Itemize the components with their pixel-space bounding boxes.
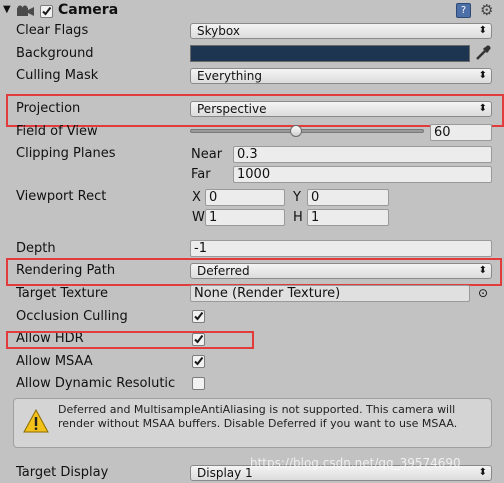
clear-flags-dropdown[interactable]: Skybox ⬍	[190, 23, 492, 39]
component-title: Camera	[58, 2, 119, 18]
watermark-text: https://blog.csdn.net/qq_39574690	[250, 456, 461, 470]
viewport-w-label: W	[192, 210, 205, 225]
field-of-view-label: Field of View	[16, 124, 98, 139]
field-of-view-slider-thumb[interactable]	[289, 125, 302, 137]
component-enabled-checkbox[interactable]	[40, 5, 53, 18]
clear-flags-label: Clear Flags	[16, 23, 89, 38]
dropdown-arrow-icon: ⬍	[478, 70, 487, 81]
field-of-view-input[interactable]: 60	[430, 124, 492, 141]
field-of-view-slider-track[interactable]	[190, 129, 424, 133]
help-book-icon[interactable]: ?	[456, 3, 471, 18]
warning-text: Deferred and MultisampleAntiAliasing is …	[58, 403, 458, 430]
far-clip-input[interactable]: 1000	[233, 166, 492, 183]
object-picker-icon[interactable]: ⊙	[478, 285, 488, 302]
clear-flags-value: Skybox	[197, 24, 240, 38]
background-label: Background	[16, 46, 94, 61]
viewport-y-input[interactable]: 0	[307, 189, 389, 206]
near-label: Near	[191, 147, 223, 162]
occlusion-culling-checkbox[interactable]	[192, 310, 205, 323]
component-header: ▼ Camera ? ⚙	[0, 0, 504, 22]
allow-hdr-highlight-box	[6, 331, 254, 349]
depth-label: Depth	[16, 241, 56, 256]
target-display-value: Display 1	[197, 466, 253, 480]
allow-dynamic-resolution-checkbox[interactable]	[192, 377, 205, 390]
occlusion-culling-label: Occlusion Culling	[16, 309, 128, 324]
camera-icon	[16, 5, 36, 17]
target-display-label: Target Display	[16, 465, 109, 480]
viewport-x-input[interactable]: 0	[205, 189, 285, 206]
culling-mask-label: Culling Mask	[16, 68, 99, 83]
allow-msaa-checkbox[interactable]	[192, 355, 205, 368]
target-texture-label: Target Texture	[16, 286, 108, 301]
background-color-swatch[interactable]	[190, 45, 470, 62]
far-label: Far	[191, 167, 211, 182]
warning-helpbox: Deferred and MultisampleAntiAliasing is …	[13, 398, 492, 448]
dropdown-arrow-icon: ⬍	[478, 467, 487, 478]
foldout-arrow-icon[interactable]: ▼	[3, 4, 11, 15]
depth-input[interactable]: -1	[190, 240, 492, 257]
culling-mask-dropdown[interactable]: Everything ⬍	[190, 68, 492, 84]
viewport-x-label: X	[192, 190, 201, 205]
rendering-path-highlight-box	[6, 258, 502, 286]
viewport-rect-label: Viewport Rect	[16, 189, 107, 204]
eyedropper-icon[interactable]	[474, 44, 492, 62]
viewport-h-label: H	[293, 210, 303, 225]
target-texture-field[interactable]: None (Render Texture)	[190, 285, 470, 302]
near-clip-input[interactable]: 0.3	[233, 146, 492, 163]
gear-icon[interactable]: ⚙	[480, 1, 493, 19]
dropdown-arrow-icon: ⬍	[478, 25, 487, 36]
viewport-y-label: Y	[293, 190, 301, 205]
viewport-w-input[interactable]: 1	[205, 209, 285, 226]
warning-icon	[23, 408, 49, 433]
allow-dynamic-resolution-label: Allow Dynamic Resolutic	[16, 376, 176, 391]
culling-mask-value: Everything	[197, 69, 262, 83]
allow-msaa-label: Allow MSAA	[16, 354, 93, 369]
clipping-planes-label: Clipping Planes	[16, 146, 116, 161]
viewport-h-input[interactable]: 1	[307, 209, 389, 226]
